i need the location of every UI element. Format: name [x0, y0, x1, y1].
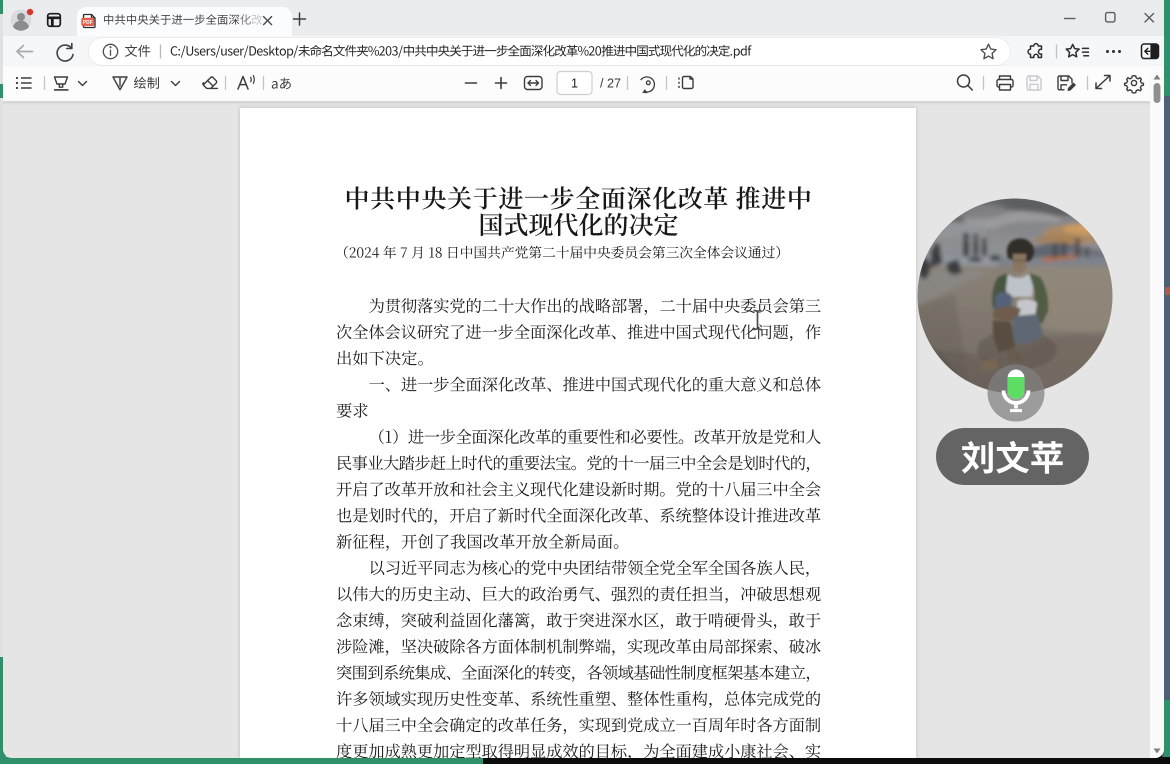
- svg-text:1: 1: [571, 76, 578, 91]
- svg-text:PDF: PDF: [83, 20, 93, 26]
- svg-text:/ 27: / 27: [600, 77, 621, 91]
